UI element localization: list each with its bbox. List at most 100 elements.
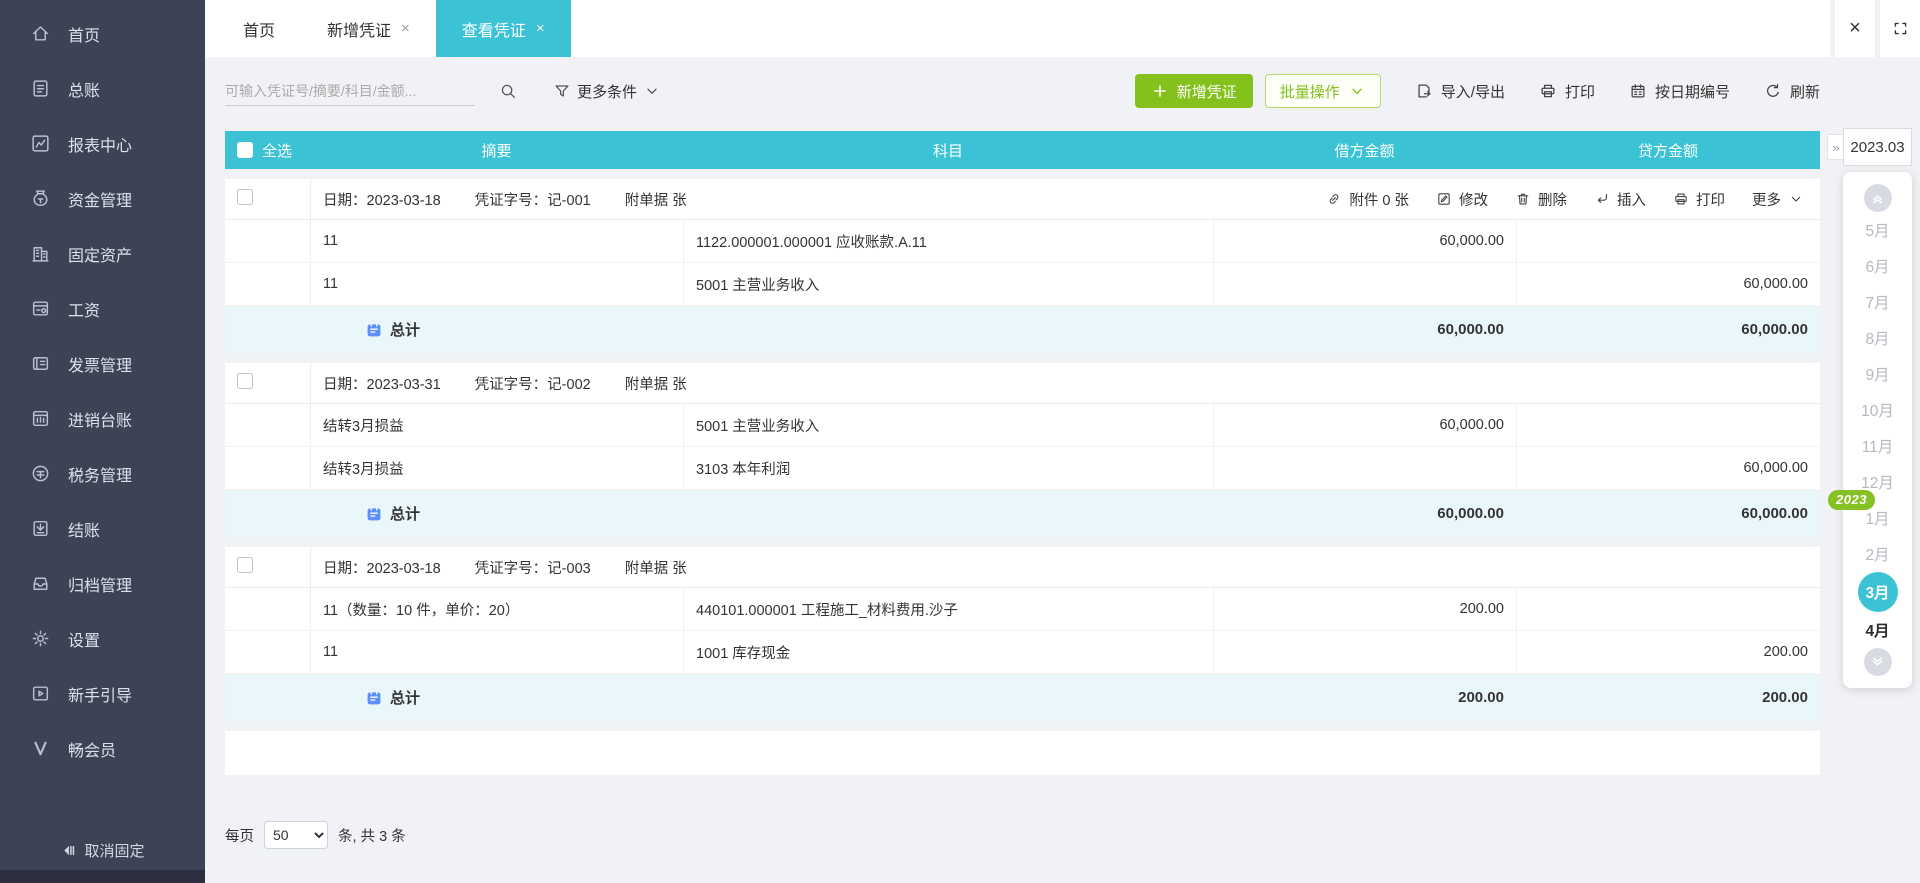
- more-filters-label: 更多条件: [577, 81, 637, 102]
- row-checkbox[interactable]: [237, 557, 253, 573]
- trash-icon: [1515, 191, 1531, 207]
- month-oct[interactable]: 10月: [1843, 392, 1912, 428]
- total-label: 总计: [390, 319, 420, 340]
- sidebar-item-label: 发票管理: [68, 352, 132, 376]
- sidebar-item-settings[interactable]: 设置: [0, 611, 205, 666]
- tab-close-icon[interactable]: ×: [536, 20, 545, 37]
- month-list: 5月6月7月8月9月10月11月12月1月2月3月4月: [1843, 212, 1912, 648]
- voucher-row: 11（数量：10 件，单价：20）440101.000001 工程施工_材料费用…: [225, 588, 1820, 631]
- sidebar-item-member[interactable]: 畅会员: [0, 721, 205, 776]
- sidebar-item-salary[interactable]: 工资: [0, 281, 205, 336]
- row-checkbox[interactable]: [237, 189, 253, 205]
- sidebar-item-label: 结账: [68, 517, 100, 541]
- tab-view-voucher[interactable]: 查看凭证×: [436, 0, 571, 57]
- month-apr[interactable]: 4月: [1843, 612, 1912, 648]
- insert-icon: [1594, 191, 1610, 207]
- chevron-down-icon: [1348, 82, 1366, 100]
- summary-cell: 11: [310, 263, 683, 305]
- import-export-label: 导入/导出: [1441, 81, 1505, 102]
- refresh-button[interactable]: 刷新: [1764, 81, 1820, 102]
- insert-label: 插入: [1617, 189, 1646, 210]
- insert-button[interactable]: 插入: [1594, 189, 1646, 210]
- month-feb[interactable]: 2月: [1843, 536, 1912, 572]
- sidebar-item-label: 进销台账: [68, 407, 132, 431]
- sidebar-item-trade-ledger[interactable]: 进销台账: [0, 391, 205, 446]
- more-label: 更多: [1752, 189, 1781, 210]
- refresh-label: 刷新: [1790, 81, 1820, 102]
- sidebar-item-archive[interactable]: 归档管理: [0, 556, 205, 611]
- total-icon: [366, 690, 382, 706]
- credit-cell: [1516, 220, 1820, 262]
- sidebar-item-fixed-assets[interactable]: 固定资产: [0, 226, 205, 281]
- total-debit: 60,000.00: [1213, 321, 1516, 338]
- close-window-button[interactable]: ×: [1835, 0, 1875, 57]
- member-icon: [30, 738, 51, 759]
- row-checkbox[interactable]: [237, 373, 253, 389]
- import-export-button[interactable]: 导入/导出: [1415, 81, 1505, 102]
- month-jul[interactable]: 7月: [1843, 284, 1912, 320]
- year-badge: 2023: [1828, 490, 1875, 510]
- month-may[interactable]: 5月: [1843, 212, 1912, 248]
- more-filters-button[interactable]: 更多条件: [553, 81, 661, 102]
- search-input[interactable]: [225, 83, 475, 99]
- sidebar-item-label: 报表中心: [68, 132, 132, 156]
- sidebar-item-tax[interactable]: 税务管理: [0, 446, 205, 501]
- salary-icon: [30, 298, 51, 319]
- more-button[interactable]: 更多: [1752, 189, 1804, 210]
- voucher-number: 凭证字号：记-002: [475, 377, 591, 393]
- tab-home[interactable]: 首页: [217, 0, 301, 57]
- attachment-label: 附件 0 张: [1349, 189, 1409, 210]
- voucher-actions: 附件 0 张 修改 删除 插入 打印 更多: [1326, 189, 1804, 210]
- total-debit: 200.00: [1213, 689, 1516, 706]
- month-nov[interactable]: 11月: [1843, 428, 1912, 464]
- debit-cell: 60,000.00: [1213, 404, 1516, 446]
- attachment-button[interactable]: 附件 0 张: [1326, 189, 1409, 210]
- sidebar-item-funds[interactable]: 资金管理: [0, 171, 205, 226]
- sidebar-item-report-center[interactable]: 报表中心: [0, 116, 205, 171]
- sidebar-item-general-ledger[interactable]: 总账: [0, 61, 205, 116]
- edit-label: 修改: [1459, 189, 1488, 210]
- credit-cell: [1516, 404, 1820, 446]
- pagination-summary: 条, 共 3 条: [338, 825, 406, 846]
- voucher-group: 日期：2023-03-31凭证字号：记-002附单据 张结转3月损益5001 主…: [225, 363, 1820, 537]
- print-button[interactable]: 打印: [1539, 81, 1595, 102]
- sidebar-item-home[interactable]: 首页: [0, 6, 205, 61]
- voucher-date: 日期：2023-03-18: [323, 561, 441, 577]
- voucher-group-header: 日期：2023-03-31凭证字号：记-002附单据 张: [225, 363, 1820, 404]
- print-button[interactable]: 打印: [1673, 189, 1725, 210]
- delete-button[interactable]: 删除: [1515, 189, 1567, 210]
- sidebar-item-closing[interactable]: 结账: [0, 501, 205, 556]
- current-period-box[interactable]: 2023.03: [1843, 128, 1912, 166]
- batch-ops-button[interactable]: 批量操作: [1265, 74, 1381, 108]
- add-voucher-button[interactable]: 新增凭证: [1135, 74, 1253, 108]
- edit-button[interactable]: 修改: [1436, 189, 1488, 210]
- sidebar-item-label: 资金管理: [68, 187, 132, 211]
- sidebar-item-label: 工资: [68, 297, 100, 321]
- scroll-months-down-button[interactable]: [1864, 648, 1892, 676]
- scroll-months-up-button[interactable]: [1864, 184, 1892, 212]
- number-by-date-button[interactable]: 按日期编号: [1629, 81, 1730, 102]
- sidebar-item-guide[interactable]: 新手引导: [0, 666, 205, 721]
- search-icon[interactable]: [499, 82, 517, 100]
- column-header-credit: 贷方金额: [1516, 140, 1820, 161]
- select-all-checkbox[interactable]: [237, 142, 253, 158]
- voucher-list: 日期：2023-03-18凭证字号：记-001附单据 张附件 0 张修改删除插入…: [225, 179, 1820, 721]
- month-mar[interactable]: 3月: [1858, 572, 1898, 612]
- current-period-label: 2023.03: [1850, 139, 1904, 156]
- tab-new-voucher[interactable]: 新增凭证×: [301, 0, 436, 57]
- column-header-summary: 摘要: [310, 140, 683, 161]
- voucher-row: 111122.000001.000001 应收账款.A.1160,000.00: [225, 220, 1820, 263]
- sidebar: 首页总账报表中心资金管理固定资产工资发票管理进销台账税务管理结账归档管理设置新手…: [0, 0, 205, 883]
- summary-cell: 11: [310, 631, 683, 673]
- sidebar-item-label: 设置: [68, 627, 100, 651]
- column-header-account: 科目: [683, 140, 1213, 161]
- month-aug[interactable]: 8月: [1843, 320, 1912, 356]
- import-export-icon: [1415, 82, 1433, 100]
- tab-close-icon[interactable]: ×: [401, 20, 410, 37]
- per-page-select[interactable]: 50: [264, 821, 328, 849]
- unpin-button[interactable]: 取消固定: [0, 830, 205, 870]
- fullscreen-button[interactable]: [1880, 0, 1920, 57]
- month-sep[interactable]: 9月: [1843, 356, 1912, 392]
- sidebar-item-invoice[interactable]: 发票管理: [0, 336, 205, 391]
- month-jun[interactable]: 6月: [1843, 248, 1912, 284]
